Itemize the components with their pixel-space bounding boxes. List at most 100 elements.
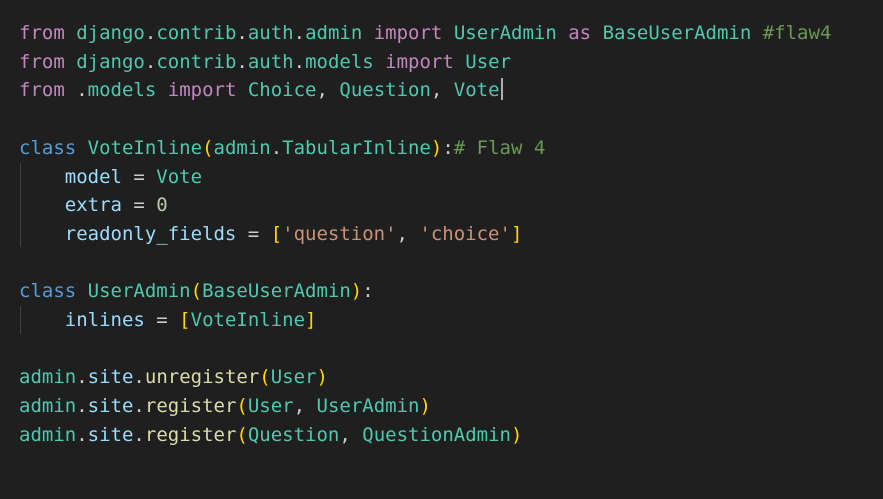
code-token: inlines bbox=[64, 309, 145, 331]
code-token: Vote bbox=[156, 165, 203, 188]
code-token: . bbox=[144, 50, 157, 73]
code-token: site bbox=[87, 423, 134, 446]
code-line-content: from django.contrib.auth.admin import Us… bbox=[19, 19, 831, 48]
code-token: import bbox=[167, 79, 237, 102]
code-token: ) bbox=[316, 366, 328, 389]
code-token: User bbox=[270, 366, 317, 389]
code-token: User bbox=[247, 395, 294, 418]
text-cursor bbox=[500, 78, 503, 101]
code-token: . bbox=[144, 22, 157, 44]
code-token: django bbox=[76, 50, 145, 73]
code-token: register bbox=[144, 423, 237, 446]
code-token: from bbox=[19, 79, 65, 102]
code-token: . bbox=[133, 366, 145, 389]
code-token: ( bbox=[236, 395, 248, 418]
code-token: class bbox=[19, 280, 77, 303]
code-token: register bbox=[144, 395, 237, 418]
code-token: ) bbox=[419, 395, 431, 418]
code-token: . bbox=[76, 423, 88, 446]
code-token: ) bbox=[350, 280, 363, 303]
code-token: , bbox=[339, 423, 363, 446]
code-token: extra bbox=[64, 194, 122, 217]
code-token: . bbox=[293, 22, 306, 44]
code-token: contrib bbox=[156, 22, 237, 44]
code-token: unregister bbox=[144, 366, 260, 389]
code-line-content: class VoteInline(admin.TabularInline):# … bbox=[19, 134, 545, 163]
code-token: TabularInline bbox=[282, 136, 431, 159]
code-token: . bbox=[236, 50, 248, 73]
code-token: ] bbox=[510, 222, 523, 245]
code-token: admin bbox=[19, 366, 77, 389]
code-token: [ bbox=[270, 222, 283, 245]
code-token: : bbox=[362, 280, 374, 303]
code-line-content: from .models import Choice, Question, Vo… bbox=[19, 76, 503, 105]
code-token: # Flaw 4 bbox=[453, 136, 546, 159]
code-token: . bbox=[64, 79, 88, 102]
code-token: 'question' bbox=[282, 222, 397, 245]
code-token: auth bbox=[247, 22, 294, 44]
code-line-content: class UserAdmin(BaseUserAdmin): bbox=[19, 277, 374, 306]
code-line-content: admin.site.register(Question, QuestionAd… bbox=[19, 421, 522, 450]
code-token: [ bbox=[179, 309, 191, 331]
code-token: admin bbox=[305, 22, 363, 44]
code-line-content: admin.site.unregister(User) bbox=[19, 363, 328, 392]
code-token: ( bbox=[259, 366, 271, 389]
code-token: UserAdmin bbox=[87, 280, 191, 303]
code-token: #flaw4 bbox=[762, 22, 832, 44]
code-token: ( bbox=[202, 136, 214, 159]
code-token: admin bbox=[19, 423, 77, 446]
code-token: BaseUserAdmin bbox=[202, 280, 351, 303]
code-token: = bbox=[121, 194, 157, 217]
code-token: = bbox=[144, 309, 180, 331]
code-token: . bbox=[236, 22, 248, 44]
code-token: model bbox=[64, 165, 122, 188]
code-token: ) bbox=[430, 136, 443, 159]
code-token: admin bbox=[213, 136, 271, 159]
code-token: . bbox=[76, 366, 88, 389]
code-token: Question bbox=[339, 79, 431, 102]
code-token: : bbox=[442, 136, 454, 159]
code-token: . bbox=[133, 395, 145, 418]
code-token: UserAdmin bbox=[316, 395, 420, 418]
code-token: from bbox=[19, 22, 65, 44]
code-token: , bbox=[430, 79, 454, 102]
code-line-content: model = Vote bbox=[19, 163, 202, 192]
code-token: , bbox=[293, 395, 317, 418]
code-line-content: extra = 0 bbox=[19, 191, 168, 220]
code-token: . bbox=[270, 136, 283, 159]
code-line-content: from django.contrib.auth.models import U… bbox=[19, 48, 511, 77]
code-token: . bbox=[133, 423, 145, 446]
code-line-content: readonly_fields = ['question', 'choice'] bbox=[19, 220, 523, 249]
code-token: ( bbox=[236, 423, 248, 446]
code-token: import bbox=[373, 22, 443, 44]
code-token: models bbox=[87, 79, 157, 102]
code-token: 'choice' bbox=[419, 222, 511, 245]
code-token: VoteInline bbox=[87, 136, 203, 159]
code-line-content: inlines = [VoteInline] bbox=[19, 306, 317, 335]
code-token: auth bbox=[247, 50, 294, 73]
code-editor[interactable]: from django.contrib.auth.admin import Us… bbox=[0, 0, 883, 499]
code-token: admin bbox=[19, 395, 77, 418]
code-token: import bbox=[385, 50, 454, 73]
code-token: Vote bbox=[453, 79, 500, 102]
code-token: django bbox=[76, 22, 145, 44]
code-token: User bbox=[465, 50, 512, 73]
code-token: class bbox=[19, 136, 77, 159]
code-token: site bbox=[87, 395, 134, 418]
code-token: = bbox=[121, 165, 157, 188]
